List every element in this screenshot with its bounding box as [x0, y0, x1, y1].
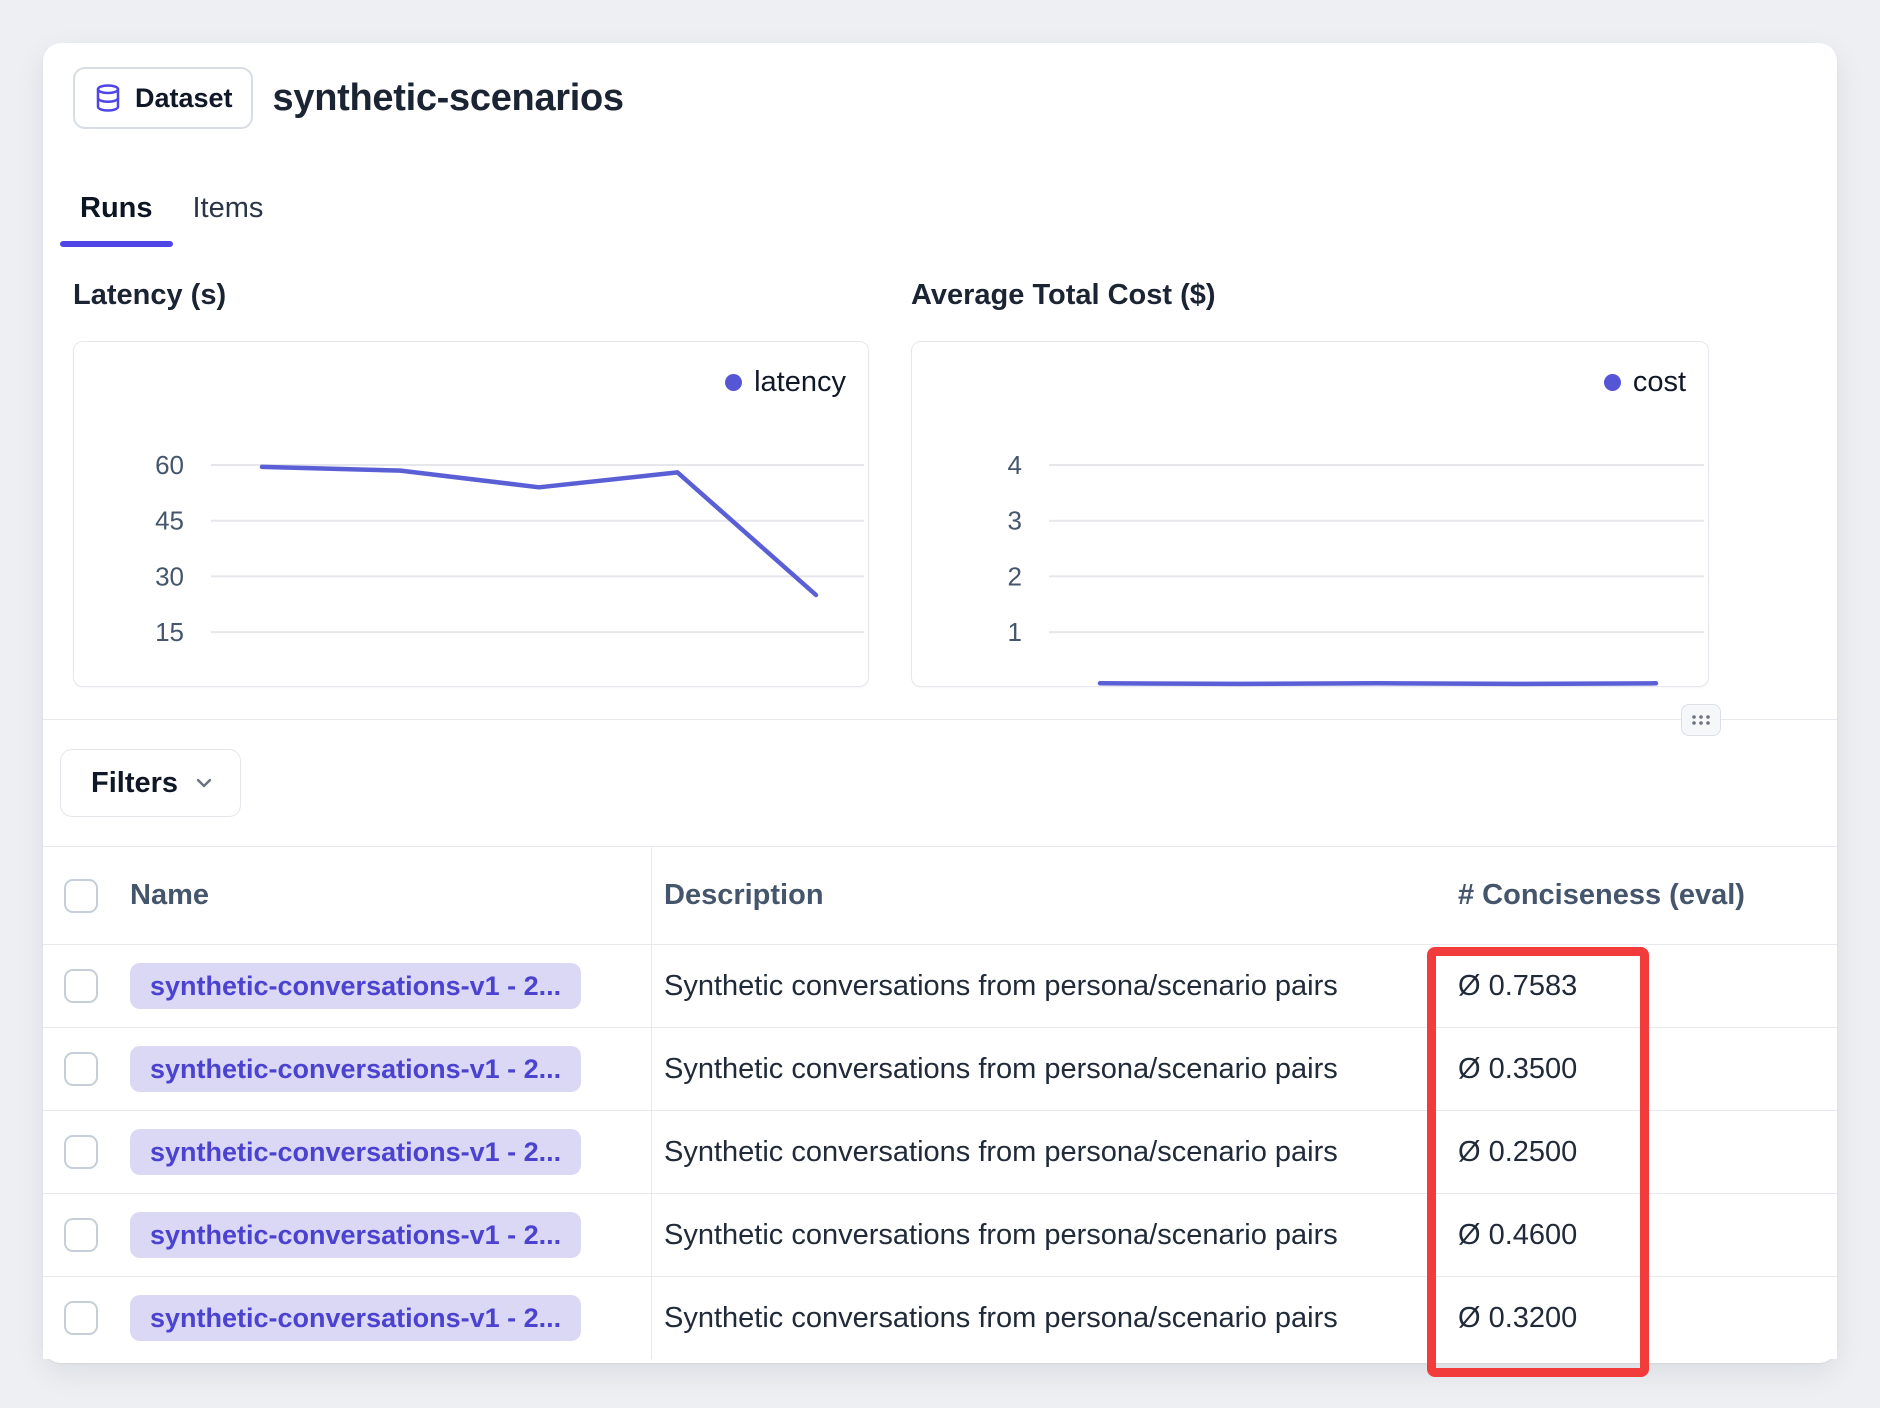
svg-text:3: 3	[1008, 506, 1022, 536]
run-name-link[interactable]: synthetic-conversations-v1 - 2...	[130, 1046, 581, 1092]
table-row[interactable]: synthetic-conversations-v1 - 2... Synthe…	[43, 1277, 1837, 1359]
svg-text:15: 15	[155, 617, 184, 647]
run-name-link[interactable]: synthetic-conversations-v1 - 2...	[130, 1212, 581, 1258]
database-icon	[93, 83, 123, 113]
row-checkbox[interactable]	[64, 1135, 98, 1169]
legend-dot-icon	[1604, 374, 1621, 391]
run-name-link[interactable]: synthetic-conversations-v1 - 2...	[130, 1129, 581, 1175]
run-description: Synthetic conversations from persona/sce…	[664, 1219, 1338, 1252]
page-title: synthetic-scenarios	[273, 77, 624, 120]
table-row[interactable]: synthetic-conversations-v1 - 2... Synthe…	[43, 945, 1837, 1028]
conciseness-score: Ø 0.4600	[1458, 1219, 1577, 1252]
legend-label: latency	[754, 366, 846, 399]
cost-chart-panel: 4 3 2 1 cost	[911, 341, 1709, 687]
column-header-conciseness: # Conciseness (eval)	[1458, 879, 1745, 912]
section-divider	[43, 719, 1837, 720]
row-checkbox[interactable]	[64, 1052, 98, 1086]
svg-text:60: 60	[155, 450, 184, 480]
table-header-row: Name Description # Conciseness (eval)	[43, 846, 1837, 945]
svg-text:1: 1	[1008, 617, 1022, 647]
cost-chart-title: Average Total Cost ($)	[911, 279, 1216, 312]
runs-table: Name Description # Conciseness (eval) sy…	[43, 846, 1837, 1359]
cost-chart-legend[interactable]: cost	[1604, 366, 1686, 399]
legend-label: cost	[1633, 366, 1686, 399]
conciseness-score: Ø 0.3500	[1458, 1053, 1577, 1086]
run-name-label: synthetic-conversations-v1 - 2...	[150, 1054, 561, 1085]
table-body: synthetic-conversations-v1 - 2... Synthe…	[43, 945, 1837, 1359]
page-header: Dataset synthetic-scenarios	[73, 67, 624, 129]
select-all-checkbox[interactable]	[64, 879, 98, 913]
svg-text:4: 4	[1008, 450, 1022, 480]
run-description: Synthetic conversations from persona/sce…	[664, 1136, 1338, 1169]
latency-chart-legend[interactable]: latency	[725, 366, 846, 399]
column-header-name: Name	[130, 879, 209, 912]
conciseness-score: Ø 0.2500	[1458, 1136, 1577, 1169]
run-name-link[interactable]: synthetic-conversations-v1 - 2...	[130, 963, 581, 1009]
tab-items[interactable]: Items	[173, 191, 284, 241]
drag-handle-icon[interactable]	[1681, 704, 1721, 736]
legend-dot-icon	[725, 374, 742, 391]
latency-chart-panel: 60 45 30 15 latency	[73, 341, 869, 687]
row-checkbox[interactable]	[64, 969, 98, 1003]
run-name-label: synthetic-conversations-v1 - 2...	[150, 1137, 561, 1168]
svg-text:45: 45	[155, 506, 184, 536]
run-name-label: synthetic-conversations-v1 - 2...	[150, 1303, 561, 1334]
filters-button[interactable]: Filters	[60, 749, 241, 817]
dataset-panel: Dataset synthetic-scenarios Runs Items L…	[43, 43, 1837, 1363]
column-header-description: Description	[664, 879, 824, 912]
svg-text:2: 2	[1008, 561, 1022, 591]
row-checkbox[interactable]	[64, 1218, 98, 1252]
tab-bar: Runs Items	[60, 191, 283, 241]
grip-dots-icon	[1690, 712, 1712, 728]
dataset-badge-label: Dataset	[135, 83, 233, 114]
run-name-label: synthetic-conversations-v1 - 2...	[150, 1220, 561, 1251]
tab-runs[interactable]: Runs	[60, 191, 173, 241]
cost-chart: 4 3 2 1	[912, 342, 1708, 686]
run-name-link[interactable]: synthetic-conversations-v1 - 2...	[130, 1295, 581, 1341]
svg-text:30: 30	[155, 561, 184, 591]
conciseness-score: Ø 0.7583	[1458, 970, 1577, 1003]
run-description: Synthetic conversations from persona/sce…	[664, 1302, 1338, 1335]
run-description: Synthetic conversations from persona/sce…	[664, 1053, 1338, 1086]
latency-chart-title: Latency (s)	[73, 279, 226, 312]
chevron-down-icon	[192, 771, 216, 795]
table-row[interactable]: synthetic-conversations-v1 - 2... Synthe…	[43, 1111, 1837, 1194]
run-name-label: synthetic-conversations-v1 - 2...	[150, 971, 561, 1002]
row-checkbox[interactable]	[64, 1301, 98, 1335]
run-description: Synthetic conversations from persona/sce…	[664, 970, 1338, 1003]
conciseness-score: Ø 0.3200	[1458, 1302, 1577, 1335]
table-row[interactable]: synthetic-conversations-v1 - 2... Synthe…	[43, 1194, 1837, 1277]
table-row[interactable]: synthetic-conversations-v1 - 2... Synthe…	[43, 1028, 1837, 1111]
dataset-badge: Dataset	[73, 67, 253, 129]
filters-button-label: Filters	[91, 767, 178, 800]
